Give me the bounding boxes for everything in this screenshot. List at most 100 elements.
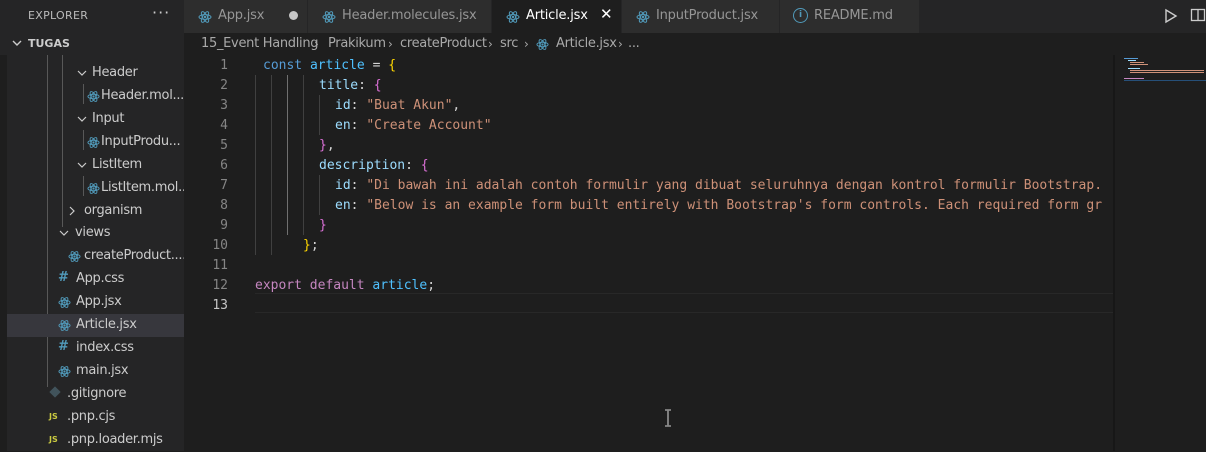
- breadcrumb-item[interactable]: ...: [628, 36, 640, 51]
- tree-file-inputproduct[interactable]: InputProdu...: [7, 131, 184, 154]
- workspace-name: TUGAS: [28, 37, 70, 50]
- tree-file-createproduct[interactable]: createProduct....: [7, 245, 184, 268]
- tree-file-gitignore[interactable]: .gitignore: [7, 383, 184, 406]
- line-number: 5: [220, 138, 228, 153]
- tree-file-listitem-molecules[interactable]: ListItem.mol...: [7, 177, 184, 200]
- code-token: :: [350, 118, 367, 133]
- tree-file-article-jsx[interactable]: Article.jsx: [7, 314, 184, 337]
- workspace-section-header[interactable]: TUGAS: [0, 33, 184, 55]
- tree-file-app-jsx[interactable]: App.jsx: [7, 291, 184, 314]
- tree-folder-header[interactable]: Header: [7, 62, 184, 85]
- chevron-right-icon: ›: [314, 37, 319, 51]
- tree-item-label: createProduct....: [84, 248, 184, 263]
- ellipsis-icon[interactable]: ···: [152, 3, 170, 22]
- code-line[interactable]: id: "Di bawah ini adalah contoh formulir…: [255, 178, 1102, 198]
- tree-item-label: Input: [92, 111, 125, 126]
- sidebar-edge: [0, 55, 7, 451]
- minimap-line: [1128, 60, 1136, 61]
- tree-item-label: App.jsx: [76, 294, 122, 309]
- info-icon: i: [793, 8, 808, 23]
- code-token: id: [335, 178, 351, 193]
- code-token: :: [350, 198, 367, 213]
- split-editor-icon[interactable]: [1190, 7, 1206, 23]
- minimap-line: [1124, 80, 1206, 81]
- breadcrumb-item[interactable]: createProduct: [400, 36, 487, 51]
- tab-label: Header.molecules.jsx: [342, 8, 477, 23]
- tree-file-pnp-cjs[interactable]: JS .pnp.cjs: [7, 406, 184, 429]
- explorer-sidebar: EXPLORER ··· TUGAS Header Header.mol... …: [0, 0, 184, 451]
- code-token: :: [350, 178, 367, 193]
- tree-item-label: organism: [84, 203, 143, 218]
- tree-folder-input[interactable]: Input: [7, 108, 184, 131]
- chevron-right-icon: [69, 206, 75, 216]
- tree-item-label: .pnp.cjs: [67, 409, 116, 424]
- unsaved-dot-icon[interactable]: [289, 11, 298, 20]
- code-line[interactable]: };: [255, 238, 319, 258]
- tree-file-app-css[interactable]: # App.css: [7, 268, 184, 291]
- tree-folder-listitem[interactable]: ListItem: [7, 154, 184, 177]
- chevron-right-icon: ›: [488, 37, 493, 51]
- tree-file-main-jsx[interactable]: main.jsx: [7, 360, 184, 383]
- code-token: ,: [326, 138, 335, 153]
- line-number: 12: [212, 278, 228, 293]
- code-line[interactable]: id: "Buat Akun",: [255, 98, 460, 118]
- code-line[interactable]: en: "Create Account": [255, 118, 492, 138]
- react-icon: [322, 11, 336, 23]
- close-icon[interactable]: ✕: [600, 5, 613, 23]
- react-icon: [506, 11, 520, 23]
- editor-tab-bar: App.jsx Header.molecules.jsx Article.jsx…: [184, 0, 1206, 33]
- code-line[interactable]: },: [255, 138, 335, 158]
- breadcrumb-item[interactable]: Prakikum: [328, 36, 386, 51]
- breadcrumb-item[interactable]: Article.jsx: [556, 36, 617, 51]
- play-icon[interactable]: [1164, 8, 1178, 24]
- tree-folder-views[interactable]: views: [7, 222, 184, 245]
- minimap-line: [1130, 62, 1144, 63]
- tab-readme[interactable]: i README.md: [780, 0, 920, 33]
- code-line[interactable]: description: {: [255, 158, 429, 178]
- chevron-down-icon: [77, 116, 87, 122]
- code-token: export: [255, 278, 310, 293]
- code-line[interactable]: }: [255, 218, 327, 238]
- tab-header-molecules[interactable]: Header.molecules.jsx: [308, 0, 492, 33]
- text-cursor-icon: [665, 409, 671, 427]
- code-token: en: [335, 198, 351, 213]
- code-token: article: [309, 58, 365, 73]
- code-line[interactable]: const article = {: [255, 58, 396, 78]
- minimap-line: [1128, 68, 1140, 69]
- tree-folder-organism[interactable]: organism: [7, 200, 184, 223]
- tab-app-jsx[interactable]: App.jsx: [184, 0, 308, 33]
- tree-item-label: ListItem.mol...: [101, 180, 184, 195]
- code-line[interactable]: export default article;: [255, 278, 435, 298]
- code-line[interactable]: en: "Below is an example form built enti…: [255, 198, 1102, 218]
- code-editor[interactable]: 1 2 3 4 5 6 7 8 9 10 11 12 13 const article = {title…: [184, 55, 1206, 451]
- breadcrumb-item[interactable]: 15_Event Handling: [201, 36, 319, 51]
- code-token: }: [319, 218, 327, 233]
- breadcrumb: 15_Event Handling › Prakikum › createPro…: [184, 33, 1206, 55]
- code-token: ,: [452, 98, 461, 113]
- tree-item-label: Header.mol...: [101, 88, 184, 103]
- code-token: ;: [427, 278, 436, 293]
- react-icon: [58, 297, 71, 308]
- minimap[interactable]: [1115, 55, 1206, 451]
- tree-file-index-css[interactable]: # index.css: [7, 337, 184, 360]
- code-token: }: [319, 138, 327, 153]
- line-number: 4: [220, 118, 228, 133]
- tab-article-jsx[interactable]: Article.jsx ✕: [492, 0, 622, 33]
- tree-item-label: ListItem: [92, 157, 142, 172]
- code-line[interactable]: title: {: [255, 78, 382, 98]
- tab-inputproduct[interactable]: InputProduct.jsx: [622, 0, 780, 33]
- js-icon: JS: [49, 435, 58, 444]
- tree-item-label: InputProdu...: [101, 134, 181, 149]
- minimap-line: [1124, 58, 1138, 59]
- tree-file-pnp-loader[interactable]: JS .pnp.loader.mjs: [7, 429, 184, 452]
- tree-item-label: index.css: [76, 340, 134, 355]
- chevron-down-icon: [59, 230, 69, 236]
- code-token: "Buat Akun": [366, 98, 453, 113]
- react-icon: [58, 366, 71, 377]
- minimap-line: [1124, 78, 1144, 79]
- minimap-line: [1130, 70, 1204, 71]
- code-token: :: [350, 98, 367, 113]
- breadcrumb-item[interactable]: src: [500, 36, 518, 51]
- tree-file-header-molecules[interactable]: Header.mol...: [7, 85, 184, 108]
- react-icon: [198, 11, 212, 23]
